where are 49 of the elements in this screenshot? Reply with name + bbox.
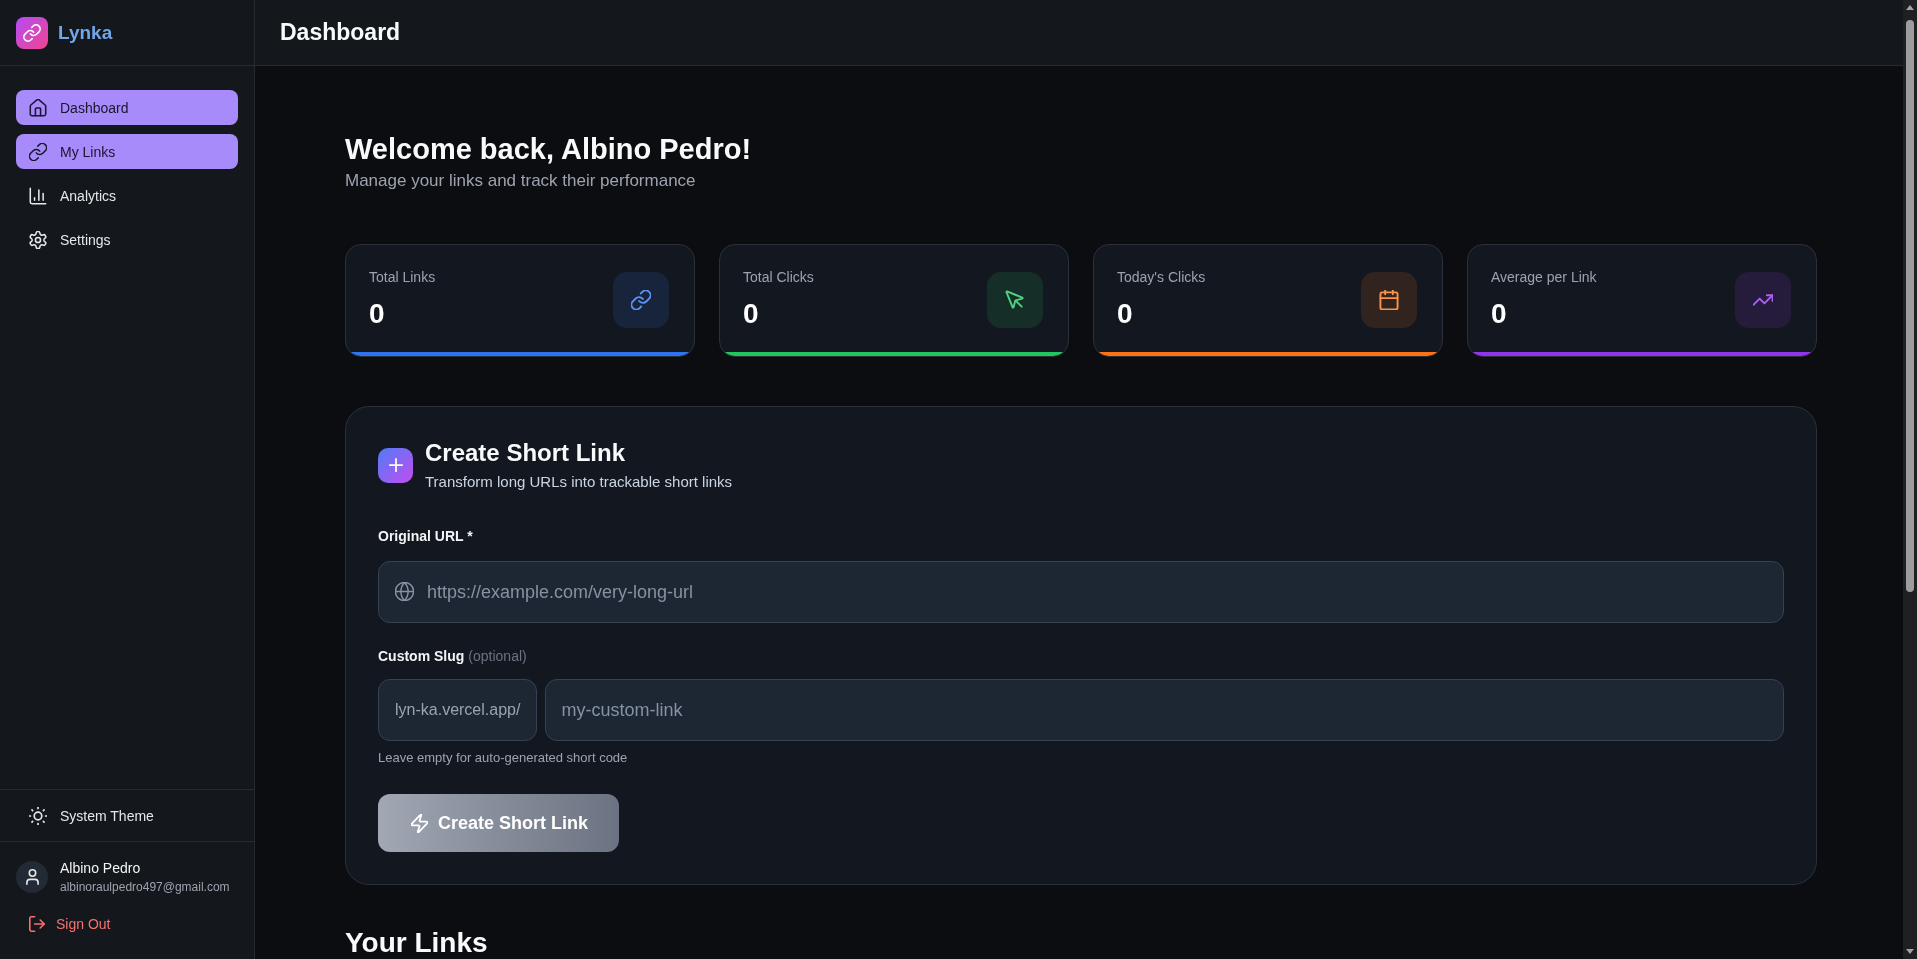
sign-out-button[interactable]: Sign Out	[16, 908, 124, 940]
bar-chart-icon	[29, 186, 47, 205]
user-name: Albino Pedro	[60, 859, 142, 877]
calendar-icon	[1361, 271, 1417, 328]
slug-input-field[interactable]: my-custom-link	[545, 679, 1784, 741]
logout-icon	[29, 916, 45, 932]
nav-link[interactable]: Analytics	[16, 178, 238, 213]
link-icon	[29, 142, 47, 161]
optional-note: (optional)	[468, 647, 527, 665]
scrollbar-track[interactable]	[1903, 0, 1917, 959]
stat-label: Total Links	[369, 268, 436, 286]
user-email: albinoraulpedro497@gmail.com	[60, 879, 230, 895]
stat-value: 0	[369, 297, 386, 331]
sun-icon	[29, 806, 47, 825]
welcome-subtitle: Manage your links and track their performance	[345, 170, 697, 192]
lightning-icon	[411, 813, 428, 833]
card-title: Create Short Link	[425, 438, 627, 467]
stat-value: 0	[1491, 297, 1508, 331]
settings-icon	[29, 230, 47, 249]
house-icon	[29, 98, 47, 117]
card-subtitle: Transform long URLs into trackable short links	[425, 472, 733, 492]
user-avatar-icon	[16, 861, 48, 893]
url-input-field[interactable]: https://example.com/very-long-url	[378, 561, 1784, 623]
page-title: Dashboard	[280, 19, 401, 46]
trending-up-icon	[1735, 271, 1791, 328]
plus-icon	[378, 447, 413, 483]
stat-value: 0	[1117, 297, 1134, 331]
stat-label: Average per Link	[1491, 268, 1597, 286]
nav-link[interactable]: Dashboard	[16, 90, 238, 125]
url-prefix: lyn-ka.vercel.app/	[378, 679, 538, 741]
nav-link[interactable]: Settings	[16, 222, 238, 257]
field-hint: Leave empty for auto-generated short code	[378, 749, 629, 766]
field-label: Original URL *	[378, 527, 474, 545]
scroll-up-arrow-icon[interactable]	[1906, 5, 1914, 10]
nav-link[interactable]: My Links	[16, 134, 238, 169]
field-label: Custom Slug	[378, 647, 465, 665]
theme-toggle-button[interactable]: System Theme	[16, 798, 238, 833]
brand-name: Lynka	[58, 21, 113, 44]
scroll-down-arrow-icon[interactable]	[1906, 949, 1914, 954]
stat-label: Today's Clicks	[1117, 268, 1206, 286]
cursor-icon	[987, 271, 1043, 328]
link-icon	[613, 271, 669, 328]
stat-label: Total Clicks	[743, 268, 814, 286]
globe-icon	[395, 582, 414, 601]
link-logo-icon	[16, 16, 48, 49]
scrollbar-thumb[interactable]	[1906, 20, 1914, 592]
section-heading: Your Links	[345, 929, 489, 957]
welcome-heading: Welcome back, Albino Pedro!	[345, 132, 753, 167]
stat-value: 0	[743, 297, 760, 331]
